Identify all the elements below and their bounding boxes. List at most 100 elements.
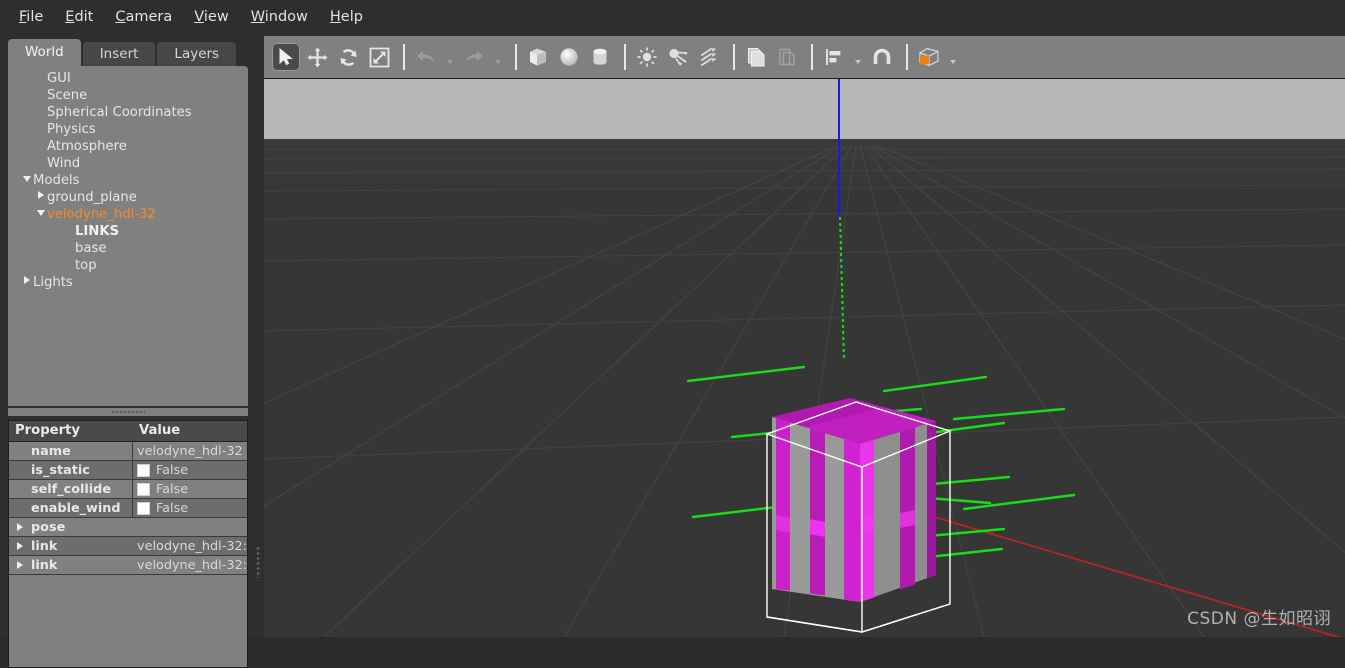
property-row[interactable]: is_static False: [9, 461, 247, 480]
property-value-cell[interactable]: [133, 518, 247, 536]
tree-item-lights[interactable]: Lights: [8, 274, 248, 291]
property-value-cell[interactable]: False: [133, 499, 247, 517]
property-panel[interactable]: Property Value name velodyne_hdl-32 is_sta…: [8, 420, 248, 668]
menu-edit[interactable]: Edit: [54, 5, 104, 29]
menu-view[interactable]: View: [183, 5, 239, 29]
gazebo-window: File Edit Camera View Window Help World I…: [0, 0, 1345, 668]
property-value-label: velodyne_hdl-32: [137, 443, 243, 459]
splitter-grip-dots: [111, 410, 145, 413]
tree-item-links[interactable]: LINKS: [8, 223, 248, 240]
tree-item-gui[interactable]: GUI: [8, 70, 248, 87]
scale-icon[interactable]: [365, 43, 393, 71]
header-property: Property: [15, 423, 81, 438]
render-viewport[interactable]: CSDN @生如昭诩: [264, 78, 1345, 637]
property-row[interactable]: self_collide False: [9, 480, 247, 499]
view-angle-icon[interactable]: [915, 43, 943, 71]
world-tree-panel[interactable]: GUI Scene Spherical Coordinates Physics Atmo…: [8, 66, 248, 406]
redo-dropdown-icon[interactable]: [491, 43, 505, 71]
menu-camera[interactable]: Camera: [104, 5, 183, 29]
tree-item-label: GUI: [47, 71, 71, 86]
rotate-icon[interactable]: [334, 43, 362, 71]
property-table-header: Property Value: [9, 421, 247, 442]
menu-edit-label: dit: [74, 9, 94, 25]
paste-icon[interactable]: [773, 43, 801, 71]
tree-item-top[interactable]: top: [8, 257, 248, 274]
property-value-cell[interactable]: velodyne_hdl-32: [133, 442, 247, 460]
property-value-cell[interactable]: velodyne_hdl-32:…: [133, 537, 247, 555]
menu-file[interactable]: File: [8, 5, 54, 29]
menu-bar: File Edit Camera View Window Help: [0, 0, 1345, 34]
toolbar-separator-4: [733, 44, 735, 70]
tree-item-spherical-coordinates[interactable]: Spherical Coordinates: [8, 104, 248, 121]
chevron-right-icon[interactable]: [9, 539, 31, 554]
directional-light-icon[interactable]: [695, 43, 723, 71]
snap-icon[interactable]: [868, 43, 896, 71]
chevron-right-icon[interactable]: [9, 558, 31, 573]
tree-item-label: top: [75, 258, 97, 273]
chevron-right-icon[interactable]: [20, 274, 33, 291]
tree-item-velodyne-hdl-32[interactable]: velodyne_hdl-32: [8, 206, 248, 223]
tree-item-base[interactable]: base: [8, 240, 248, 257]
property-name-label: link: [31, 538, 58, 554]
tree-item-label: LINKS: [75, 224, 120, 239]
chevron-down-icon[interactable]: [34, 206, 47, 223]
property-name-label: enable_wind: [31, 500, 121, 516]
menu-help[interactable]: Help: [319, 5, 374, 29]
cylinder-icon[interactable]: [586, 43, 614, 71]
toolbar-separator-3: [624, 44, 626, 70]
spot-light-icon[interactable]: [664, 43, 692, 71]
view-angle-dropdown-icon[interactable]: [946, 43, 960, 71]
point-light-icon[interactable]: [633, 43, 661, 71]
world-tree: GUI Scene Spherical Coordinates Physics Atmo…: [8, 66, 248, 291]
tree-item-label: velodyne_hdl-32: [47, 207, 156, 222]
toolbar-separator-6: [906, 44, 908, 70]
align-dropdown-icon[interactable]: [851, 43, 865, 71]
tree-item-scene[interactable]: Scene: [8, 87, 248, 104]
checkbox-is_static[interactable]: [137, 463, 150, 477]
tree-item-label: Models: [33, 173, 80, 188]
property-table-body: name velodyne_hdl-32 is_static False self_co…: [9, 442, 247, 575]
tree-item-wind[interactable]: Wind: [8, 155, 248, 172]
property-row[interactable]: enable_wind False: [9, 499, 247, 518]
property-row[interactable]: link velodyne_hdl-32:…: [9, 537, 247, 556]
tree-item-ground-plane[interactable]: ground_plane: [8, 189, 248, 206]
csdn-watermark: CSDN @生如昭诩: [1187, 609, 1331, 629]
panel-tab-bar: World Insert Layers: [8, 39, 238, 66]
tree-item-label: Spherical Coordinates: [47, 105, 192, 120]
chevron-right-icon[interactable]: [9, 520, 31, 535]
property-value-label: False: [156, 500, 189, 516]
chevron-right-icon[interactable]: [34, 189, 47, 206]
undo-dropdown-icon[interactable]: [443, 43, 457, 71]
property-name-cell: self_collide: [9, 480, 133, 498]
copy-icon[interactable]: [742, 43, 770, 71]
redo-icon[interactable]: [460, 43, 488, 71]
checkbox-self_collide[interactable]: [137, 482, 150, 496]
property-value-cell[interactable]: False: [133, 461, 247, 479]
tree-item-label: Wind: [47, 156, 81, 171]
chevron-down-icon[interactable]: [20, 172, 33, 189]
property-row[interactable]: link velodyne_hdl-32:…: [9, 556, 247, 575]
tree-item-models[interactable]: Models: [8, 172, 248, 189]
tab-layers[interactable]: Layers: [157, 42, 237, 66]
property-value-cell[interactable]: False: [133, 480, 247, 498]
select-arrow-icon[interactable]: [272, 43, 300, 71]
property-row[interactable]: name velodyne_hdl-32: [9, 442, 247, 461]
tree-item-atmosphere[interactable]: Atmosphere: [8, 138, 248, 155]
panel-horizontal-splitter[interactable]: [8, 408, 248, 416]
tree-item-physics[interactable]: Physics: [8, 121, 248, 138]
property-name-label: self_collide: [31, 481, 112, 497]
box-icon[interactable]: [524, 43, 552, 71]
sphere-icon[interactable]: [555, 43, 583, 71]
undo-icon[interactable]: [412, 43, 440, 71]
align-icon[interactable]: [820, 43, 848, 71]
property-row[interactable]: pose: [9, 518, 247, 537]
checkbox-enable_wind[interactable]: [137, 501, 150, 515]
panel-vertical-splitter[interactable]: [256, 546, 261, 578]
menu-window[interactable]: Window: [240, 5, 319, 29]
tab-insert[interactable]: Insert: [82, 42, 156, 66]
property-value-cell[interactable]: velodyne_hdl-32:…: [133, 556, 247, 574]
property-name-label: link: [31, 557, 58, 573]
tree-item-label: Physics: [47, 122, 96, 137]
translate-icon[interactable]: [303, 43, 331, 71]
tab-world[interactable]: World: [8, 39, 81, 66]
